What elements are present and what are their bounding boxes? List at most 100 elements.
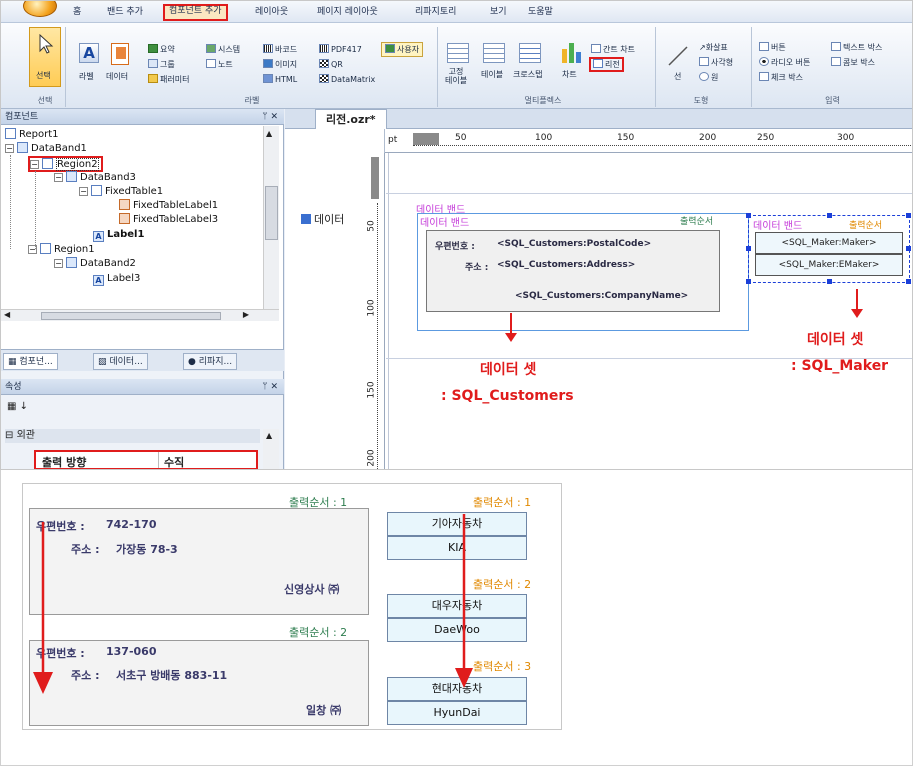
radio-button-tool[interactable]: 라디오 버튼 [759,57,810,68]
band-name-data[interactable]: 데이터 [301,211,344,227]
label-button[interactable]: 라벨 [79,71,94,82]
panel-pin-close-icons[interactable]: ᛘ ✕ [262,379,278,395]
collapse-icon[interactable]: − [54,173,63,182]
panel-pin-close-icons[interactable]: ᛘ ✕ [262,109,278,125]
fixed-table-button[interactable]: 고정 테이블 [445,67,467,85]
table-button[interactable]: 테이블 [481,69,503,80]
doc-tab-region[interactable]: 리전.ozr* [315,109,387,129]
menu-layout[interactable]: 레이아웃 [251,5,292,20]
selection-handle[interactable] [746,246,751,251]
chart-button[interactable]: 차트 [562,69,577,80]
select-button[interactable]: 선택 [29,27,61,87]
menu-add-band[interactable]: 밴드 추가 [103,5,147,20]
maker-order-3: 출력순서 : 3 [473,660,532,673]
line-icon[interactable] [667,45,689,67]
pdf417-button[interactable]: PDF417 [319,44,362,54]
user-button[interactable]: 사용자 [381,42,424,57]
collapse-icon[interactable]: − [30,160,39,169]
tree-item-databand2[interactable]: − DataBand2 [54,257,136,271]
note-button[interactable]: 노트 [206,59,233,70]
tree-item-databand3[interactable]: − DataBand3 [54,171,136,185]
scroll-up-icon[interactable]: ▲ [266,431,272,440]
textbox-tool[interactable]: 텍스트 박스 [831,42,882,53]
rect-button[interactable]: 사각형 [699,57,733,68]
group-button[interactable]: 그룹 [148,59,175,70]
button-button[interactable]: 버튼 [759,42,786,53]
parameter-button[interactable]: 패러미터 [148,74,189,85]
html-button[interactable]: HTML [263,74,297,84]
categorized-icon[interactable]: ▦ [7,401,16,412]
selection-handle[interactable] [827,279,832,284]
arrow-button[interactable]: ↗화살표 [699,42,728,53]
tree-item-label1[interactable]: A Label1 [93,228,144,242]
selection-handle[interactable] [906,279,911,284]
tree-item-databand1[interactable]: − DataBand1 [5,142,87,156]
collapse-icon[interactable]: ⊟ [5,430,17,441]
gantt-button[interactable]: 간트 차트 [591,44,635,55]
scroll-right-icon[interactable]: ▶ [243,310,249,319]
tab-repository[interactable]: ● 리파지... [183,353,238,370]
menu-repository[interactable]: 리파지토리 [411,5,460,20]
tab-components[interactable]: ▦ 컴포넌... [3,353,58,370]
sort-az-icon[interactable]: ↓ [20,401,28,412]
crosstab-button[interactable]: 크로스탭 [513,69,542,80]
menu-view[interactable]: 보기 [486,5,511,20]
app-logo[interactable] [23,1,57,17]
region-button[interactable]: 리전 [589,57,624,72]
tree-item-fixedtable1[interactable]: − FixedTable1 [79,185,163,199]
property-category[interactable]: ⊟ 외관 [5,429,260,443]
selection-handle[interactable] [746,279,751,284]
customer-label-box[interactable]: 우편번호 : <SQL_Customers:PostalCode> 주소 : <… [426,230,720,312]
customer-region[interactable]: 데이터 밴드 출력순서 우편번호 : <SQL_Customers:Postal… [417,213,749,331]
tree-item-report1[interactable]: Report1 [5,128,59,142]
menu-home[interactable]: 홈 [69,5,85,20]
chart-icon[interactable] [561,41,583,63]
crosstab-icon[interactable] [519,43,541,63]
qr-button[interactable]: QR [319,59,343,69]
selection-handle[interactable] [746,213,751,218]
system-button[interactable]: 시스템 [206,44,240,55]
tree-vertical-scrollbar[interactable]: ▲ [263,126,279,310]
checkbox-tool[interactable]: 체크 박스 [759,72,803,83]
scroll-thumb-h[interactable] [41,312,221,320]
selection-handle[interactable] [827,213,832,218]
selection-handle[interactable] [906,213,911,218]
menu-page-layout[interactable]: 페이지 레이아웃 [313,5,382,20]
emaker-field[interactable]: <SQL_Maker:EMaker> [755,254,903,276]
line-button[interactable]: 선 [674,71,681,82]
menu-help[interactable]: 도움말 [524,5,557,20]
circle-icon [699,72,709,81]
data-button[interactable]: 데이터 [106,71,128,82]
menu-add-component[interactable]: 컴포넌트 추가 [163,4,228,21]
tree-item-label3[interactable]: A Label3 [93,272,140,286]
tree-item-fixedtablelabel1[interactable]: FixedTableLabel1 [119,199,218,213]
tab-data[interactable]: ▧ 데이터... [93,353,148,370]
barcode-button[interactable]: 바코드 [263,44,297,55]
data-icon[interactable] [111,43,129,65]
datamatrix-button[interactable]: DataMatrix [319,74,375,84]
maker-field[interactable]: <SQL_Maker:Maker> [755,232,903,254]
table-icon[interactable] [483,43,505,63]
tree-item-fixedtablelabel3[interactable]: FixedTableLabel3 [119,213,218,227]
scroll-thumb[interactable] [265,186,278,240]
tree-item-region2[interactable]: − Region2 [28,156,103,172]
gantt-icon [591,44,601,53]
property-row-output-direction[interactable]: 출력 방향 수직 [34,450,258,469]
summary-button[interactable]: 요약 [148,44,175,55]
circle-button[interactable]: 원 [699,72,718,83]
props-scrollbar[interactable]: ▲ [263,429,279,469]
tree-item-region1[interactable]: − Region1 [28,243,95,257]
combobox-tool[interactable]: 콤보 박스 [831,57,875,68]
fixed-table-icon[interactable] [447,43,469,63]
collapse-icon[interactable]: − [54,259,63,268]
collapse-icon[interactable]: − [5,144,14,153]
maker-region[interactable]: 데이터 밴드 출력순서 <SQL_Maker:Maker> <SQL_Maker… [746,213,911,284]
design-canvas[interactable]: 데이터 밴드 데이터 밴드 출력순서 우편번호 : <SQL_Customers… [386,153,912,469]
selection-handle[interactable] [906,246,911,251]
label-icon[interactable]: A [79,43,99,63]
collapse-icon[interactable]: − [79,187,88,196]
scroll-up-icon[interactable]: ▲ [266,129,272,138]
tree-horizontal-scrollbar[interactable]: ◀ ▶ [1,309,279,321]
image-button[interactable]: 이미지 [263,59,297,70]
scroll-left-icon[interactable]: ◀ [4,310,10,319]
